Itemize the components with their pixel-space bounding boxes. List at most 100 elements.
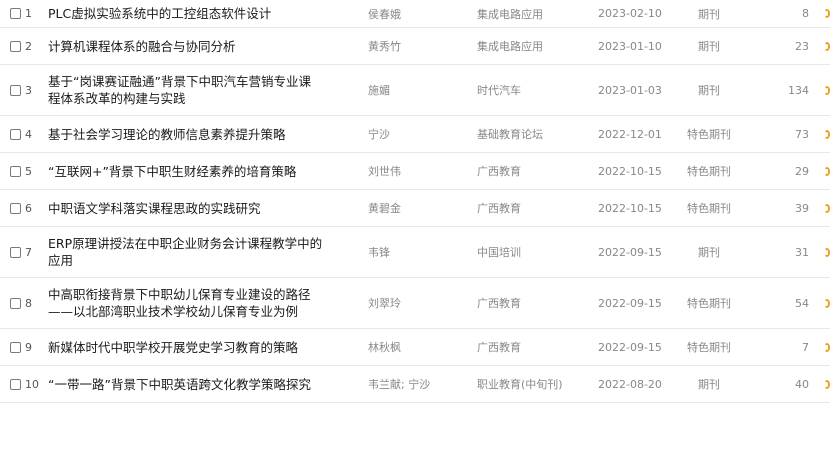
article-title-link[interactable]: 计算机课程体系的融合与协同分析 [48, 28, 353, 64]
source-link[interactable]: 广西教育 [477, 278, 521, 328]
publish-date: 2022-09-15 [598, 296, 662, 310]
row-number: 3 [25, 83, 32, 97]
row-checkbox[interactable] [10, 378, 21, 390]
row-checkbox[interactable] [10, 246, 21, 258]
database-type: 期刊 [698, 40, 720, 53]
row-checkbox[interactable] [10, 297, 21, 309]
title-line: ERP原理讲授法在中职企业财务会计课程教学中的 [48, 236, 323, 251]
row-checkbox[interactable] [10, 202, 21, 214]
source-link[interactable]: 广西教育 [477, 329, 521, 365]
download-icon [824, 85, 830, 95]
source-link[interactable]: 职业教育(中旬刊) [477, 366, 563, 402]
article-title-link[interactable]: PLC虚拟实验系统中的工控组态软件设计 [48, 0, 353, 27]
table-row[interactable]: 6 中职语文学科落实课程思政的实践研究 黄碧金 广西教育 2022-10-15 … [0, 190, 830, 227]
table-row[interactable]: 9 新媒体时代中职学校开展党史学习教育的策略 林秋枫 广西教育 2022-09-… [0, 329, 830, 366]
title-text: 新媒体时代中职学校开展党史学习教育的策略 [48, 339, 299, 355]
database-type: 期刊 [698, 246, 720, 259]
article-title-link[interactable]: “互联网+”背景下中职生财经素养的培育策略 [48, 153, 353, 189]
title-text: 中职语文学科落实课程思政的实践研究 [48, 200, 261, 216]
download-button[interactable] [823, 65, 830, 115]
author-link[interactable]: 宁沙 [368, 116, 390, 152]
article-title-link[interactable]: 基于社会学习理论的教师信息素养提升策略 [48, 116, 353, 152]
search-results-list: 1 PLC虚拟实验系统中的工控组态软件设计 侯春娥 集成电路应用 2023-02… [0, 0, 830, 403]
author-link[interactable]: 黄秀竹 [368, 28, 401, 64]
download-button[interactable] [823, 190, 830, 226]
author-link[interactable]: 刘世伟 [368, 153, 401, 189]
publish-date: 2022-09-15 [598, 245, 662, 259]
publish-date: 2022-09-15 [598, 340, 662, 354]
author-link[interactable]: 侯春娥 [368, 0, 401, 27]
source-link[interactable]: 中国培训 [477, 227, 521, 277]
source-link[interactable]: 广西教育 [477, 153, 521, 189]
row-number: 2 [25, 39, 32, 53]
download-button[interactable] [823, 116, 830, 152]
article-title-link[interactable]: 中高职衔接背景下中职幼儿保育专业建设的路径 ——以北部湾职业技术学校幼儿保育专业为… [48, 278, 353, 328]
publish-date: 2023-02-10 [598, 7, 662, 20]
title-line: 应用 [48, 253, 74, 268]
download-button[interactable] [823, 0, 830, 27]
download-icon [824, 342, 830, 352]
row-number: 9 [25, 340, 32, 354]
table-row[interactable]: 5 “互联网+”背景下中职生财经素养的培育策略 刘世伟 广西教育 2022-10… [0, 153, 830, 190]
table-row[interactable]: 3 基于“岗课赛证融通”背景下中职汽车营销专业课 程体系改革的构建与实践 施媚 时… [0, 65, 830, 116]
database-type: 特色期刊 [687, 165, 731, 178]
row-checkbox[interactable] [10, 40, 21, 52]
article-title-link[interactable]: “一带一路”背景下中职英语跨文化教学策略探究 [48, 366, 353, 402]
source-link[interactable]: 广西教育 [477, 190, 521, 226]
row-checkbox[interactable] [10, 165, 21, 177]
download-icon [824, 9, 830, 18]
author-link[interactable]: 韦兰献; 宁沙 [368, 366, 430, 402]
download-icon [824, 129, 830, 139]
row-number: 6 [25, 201, 32, 215]
download-button[interactable] [823, 366, 830, 402]
download-button[interactable] [823, 28, 830, 64]
author-link[interactable]: 黄碧金 [368, 190, 401, 226]
database-type: 特色期刊 [687, 297, 731, 310]
download-button[interactable] [823, 329, 830, 365]
table-row[interactable]: 10 “一带一路”背景下中职英语跨文化教学策略探究 韦兰献; 宁沙 职业教育(中… [0, 366, 830, 403]
source-link[interactable]: 基础教育论坛 [477, 116, 543, 152]
author-link[interactable]: 刘翠玲 [368, 278, 401, 328]
download-button[interactable] [823, 227, 830, 277]
row-number: 10 [25, 377, 39, 391]
title-text: “一带一路”背景下中职英语跨文化教学策略探究 [48, 376, 311, 392]
source-link[interactable]: 集成电路应用 [477, 0, 543, 27]
title-line: ——以北部湾职业技术学校幼儿保育专业为例 [48, 304, 299, 319]
row-checkbox[interactable] [10, 341, 21, 353]
download-button[interactable] [823, 153, 830, 189]
row-checkbox[interactable] [10, 84, 21, 96]
table-row[interactable]: 2 计算机课程体系的融合与协同分析 黄秀竹 集成电路应用 2023-01-10 … [0, 28, 830, 65]
author-link[interactable]: 施媚 [368, 65, 390, 115]
download-icon [824, 166, 830, 176]
citation-count: 31 [795, 245, 809, 259]
article-title-link[interactable]: ERP原理讲授法在中职企业财务会计课程教学中的 应用 [48, 227, 353, 277]
row-checkbox-cell [10, 65, 21, 115]
publish-date: 2023-01-03 [598, 83, 662, 97]
title-text: 基于社会学习理论的教师信息素养提升策略 [48, 126, 286, 142]
citation-count: 73 [795, 127, 809, 141]
citation-count: 54 [795, 296, 809, 310]
database-type: 期刊 [698, 7, 720, 21]
article-title-link[interactable]: 新媒体时代中职学校开展党史学习教育的策略 [48, 329, 353, 365]
title-text: PLC虚拟实验系统中的工控组态软件设计 [48, 6, 272, 21]
table-row[interactable]: 4 基于社会学习理论的教师信息素养提升策略 宁沙 基础教育论坛 2022-12-… [0, 116, 830, 153]
source-link[interactable]: 时代汽车 [477, 65, 521, 115]
author-link[interactable]: 韦锋 [368, 227, 390, 277]
database-type: 特色期刊 [687, 128, 731, 141]
title-text: “互联网+”背景下中职生财经素养的培育策略 [48, 163, 297, 179]
title-line: 中高职衔接背景下中职幼儿保育专业建设的路径 [48, 287, 311, 302]
row-checkbox[interactable] [10, 128, 21, 140]
table-row[interactable]: 8 中高职衔接背景下中职幼儿保育专业建设的路径 ——以北部湾职业技术学校幼儿保育专… [0, 278, 830, 329]
author-link[interactable]: 林秋枫 [368, 329, 401, 365]
row-checkbox-cell [10, 116, 21, 152]
citation-count: 134 [788, 83, 809, 97]
download-button[interactable] [823, 278, 830, 328]
article-title-link[interactable]: 中职语文学科落实课程思政的实践研究 [48, 190, 353, 226]
table-row[interactable]: 1 PLC虚拟实验系统中的工控组态软件设计 侯春娥 集成电路应用 2023-02… [0, 0, 830, 28]
article-title-link[interactable]: 基于“岗课赛证融通”背景下中职汽车营销专业课 程体系改革的构建与实践 [48, 65, 353, 115]
title-line: 基于“岗课赛证融通”背景下中职汽车营销专业课 [48, 74, 311, 89]
row-checkbox[interactable] [10, 8, 21, 19]
source-link[interactable]: 集成电路应用 [477, 28, 543, 64]
table-row[interactable]: 7 ERP原理讲授法在中职企业财务会计课程教学中的 应用 韦锋 中国培训 2022… [0, 227, 830, 278]
download-icon [824, 379, 830, 389]
